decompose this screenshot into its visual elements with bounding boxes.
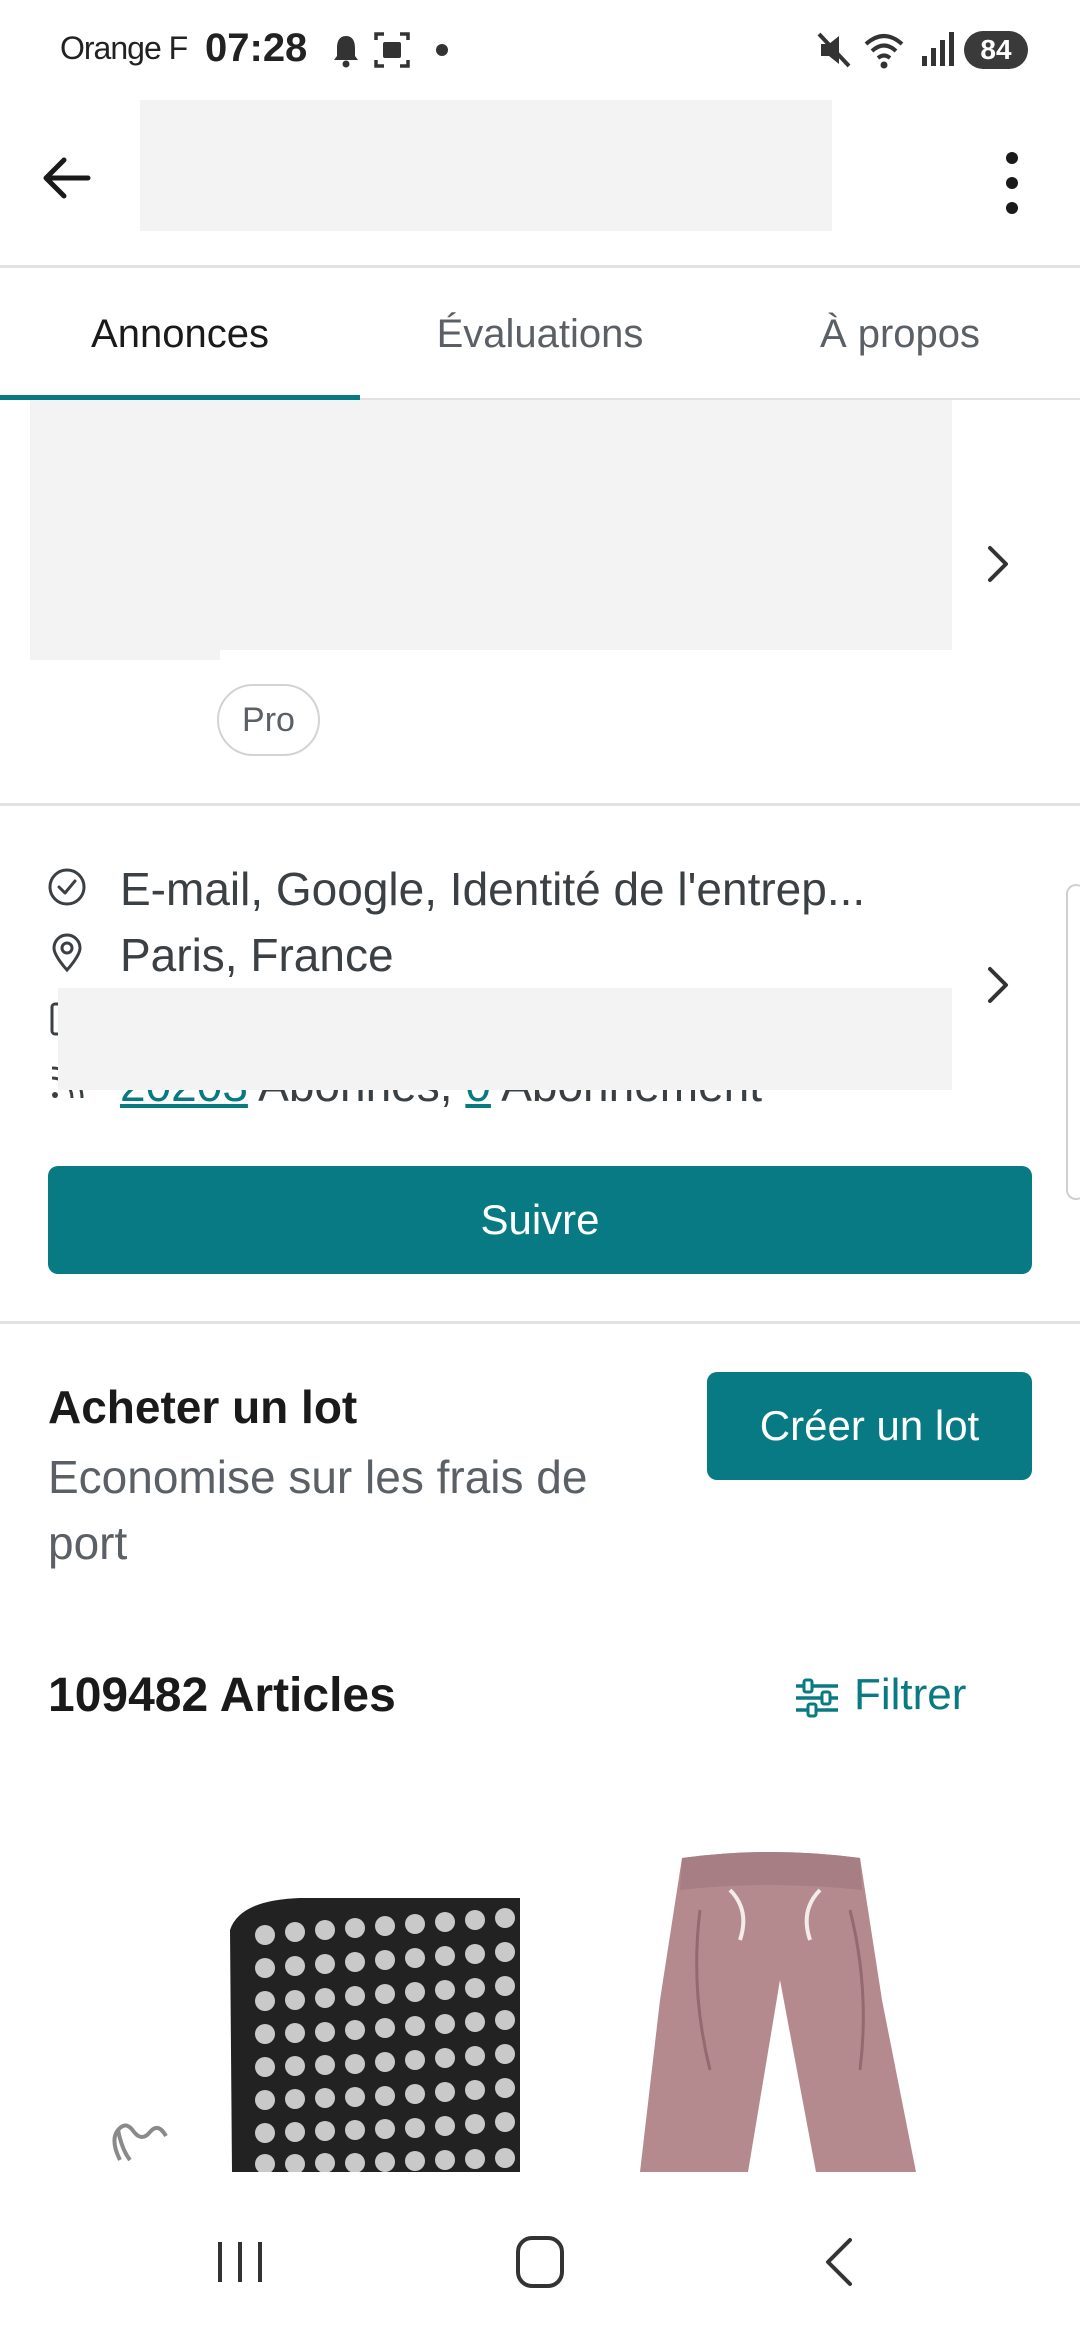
verification-text: E-mail, Google, Identité de l'entrep... bbox=[120, 863, 866, 915]
scroll-edge-handle[interactable] bbox=[1066, 884, 1080, 1200]
info-redacted-block bbox=[58, 988, 952, 1090]
recent-apps-icon[interactable] bbox=[200, 2232, 280, 2292]
check-circle-icon bbox=[48, 868, 86, 906]
follow-button[interactable]: Suivre bbox=[48, 1166, 1032, 1274]
app-header bbox=[0, 100, 1080, 268]
battery-indicator: 84 bbox=[964, 31, 1028, 69]
clock: 07:28 bbox=[205, 26, 308, 70]
profile-tabs: Annonces Évaluations À propos bbox=[0, 268, 1080, 400]
location-row: Paris, France bbox=[40, 924, 940, 984]
product-thumbnail-bag[interactable] bbox=[100, 1850, 520, 2172]
tab-a-propos[interactable]: À propos bbox=[720, 268, 1080, 400]
profile-avatar-redacted bbox=[30, 640, 220, 660]
divider bbox=[0, 803, 1080, 806]
bell-icon bbox=[334, 36, 358, 68]
articles-count: 109482 Articles bbox=[48, 1669, 396, 1722]
system-back-icon[interactable] bbox=[800, 2232, 880, 2292]
wifi-icon bbox=[864, 34, 904, 69]
location-pin-icon bbox=[52, 933, 82, 973]
location-text: Paris, France bbox=[120, 929, 394, 981]
system-nav-bar bbox=[0, 2172, 1080, 2340]
pro-badge: Pro bbox=[217, 684, 320, 756]
chevron-right-icon[interactable] bbox=[978, 955, 1018, 1015]
tab-evaluations[interactable]: Évaluations bbox=[360, 268, 720, 400]
dot-icon bbox=[436, 44, 448, 56]
signal-icon bbox=[922, 32, 954, 66]
bundle-title: Acheter un lot bbox=[48, 1381, 358, 1433]
filter-button[interactable]: Filtrer bbox=[792, 1668, 992, 1728]
create-bundle-button[interactable]: Créer un lot bbox=[707, 1372, 1032, 1480]
verification-row: E-mail, Google, Identité de l'entrep... bbox=[40, 858, 940, 918]
carrier-label: Orange F bbox=[60, 30, 188, 66]
tab-annonces[interactable]: Annonces bbox=[0, 268, 360, 400]
bundle-subtitle: Economise sur les frais de port bbox=[48, 1451, 588, 1569]
profile-title-redacted bbox=[140, 100, 832, 231]
screenshot-icon bbox=[374, 32, 410, 68]
profile-summary-redacted[interactable] bbox=[30, 400, 952, 650]
filter-label: Filtrer bbox=[854, 1670, 967, 1719]
home-icon[interactable] bbox=[500, 2232, 580, 2292]
product-thumbnail-pants[interactable] bbox=[620, 1850, 980, 2172]
studded-bag-image bbox=[112, 1898, 520, 2172]
status-bar: Orange F 07:28 84 bbox=[0, 0, 1080, 100]
back-arrow-icon[interactable] bbox=[36, 148, 96, 208]
chevron-right-icon[interactable] bbox=[978, 534, 1018, 594]
pink-pants-image bbox=[640, 1852, 916, 2172]
mute-icon bbox=[817, 32, 851, 68]
more-options-icon[interactable] bbox=[990, 148, 1034, 218]
filter-sliders-icon bbox=[796, 1678, 838, 1718]
divider bbox=[0, 1321, 1080, 1324]
